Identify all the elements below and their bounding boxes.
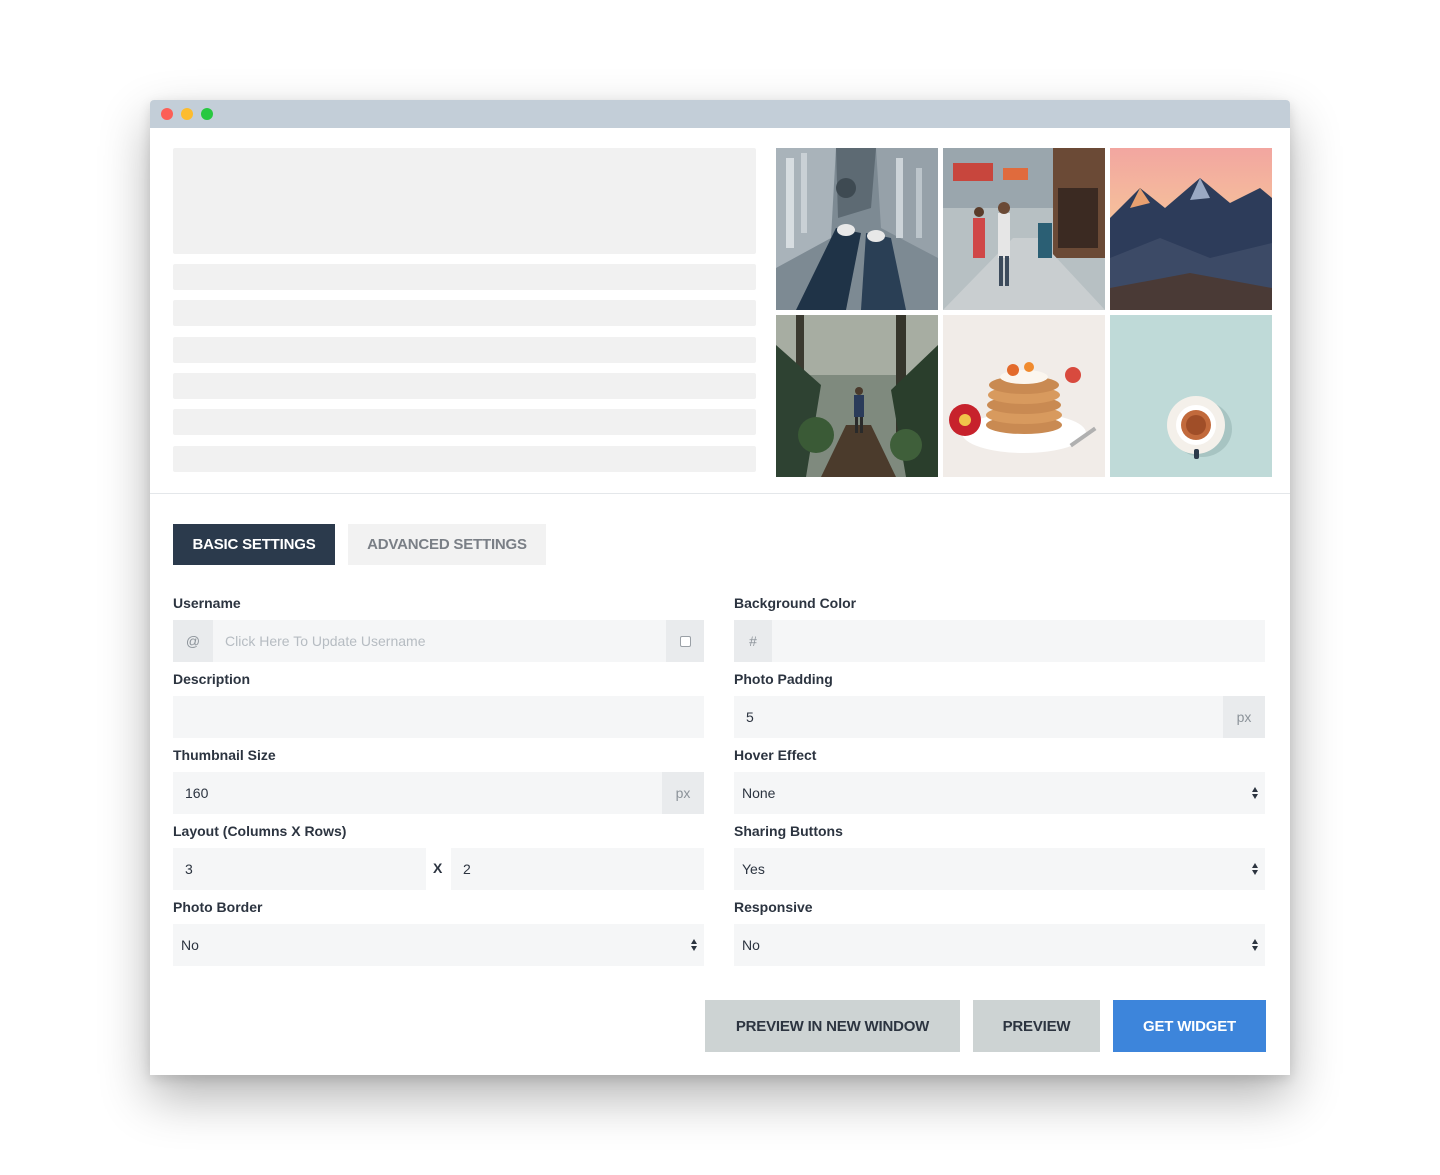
- maximize-window-icon[interactable]: [201, 108, 213, 120]
- username-field[interactable]: @ Click Here To Update Username: [173, 620, 704, 662]
- photo-gallery-preview: [776, 148, 1272, 477]
- select-arrows-icon: [691, 939, 697, 951]
- username-label: Username: [173, 595, 241, 611]
- photo-border-label: Photo Border: [173, 899, 263, 915]
- layout-times-separator: X: [433, 860, 443, 876]
- placeholder-line: [173, 373, 756, 399]
- mountain-sunset-photo[interactable]: [1110, 148, 1272, 310]
- responsive-label: Responsive: [734, 899, 813, 915]
- section-divider: [150, 493, 1290, 494]
- placeholder-line: [173, 264, 756, 290]
- placeholder-line: [173, 337, 756, 363]
- city-rooftop-photo[interactable]: [776, 148, 938, 310]
- select-arrows-icon: [1252, 863, 1258, 875]
- coffee-cup-photo[interactable]: [1110, 315, 1272, 477]
- placeholder-header-block: [173, 148, 756, 254]
- window-titlebar: [150, 100, 1290, 128]
- placeholder-line: [173, 409, 756, 435]
- px-unit-suffix: px: [662, 772, 704, 814]
- layout-columns-input[interactable]: 3: [173, 848, 426, 890]
- select-arrows-icon: [1252, 787, 1258, 799]
- layout-label: Layout (Columns X Rows): [173, 823, 347, 839]
- photo-padding-field[interactable]: 5 px: [734, 696, 1265, 738]
- thumbnail-size-field[interactable]: 160 px: [173, 772, 704, 814]
- at-sign-prefix: @: [173, 620, 213, 662]
- photo-border-select[interactable]: No: [173, 924, 704, 966]
- username-checkbox-addon: [666, 620, 704, 662]
- tab-advanced-settings[interactable]: ADVANCED SETTINGS: [348, 524, 546, 565]
- sharing-buttons-label: Sharing Buttons: [734, 823, 843, 839]
- get-widget-button[interactable]: GET WIDGET: [1113, 1000, 1266, 1052]
- tab-basic-settings[interactable]: BASIC SETTINGS: [173, 524, 335, 565]
- browser-window: BASIC SETTINGS ADVANCED SETTINGS Usernam…: [150, 100, 1290, 1075]
- description-input[interactable]: [173, 696, 704, 738]
- photo-padding-label: Photo Padding: [734, 671, 833, 687]
- photo-padding-input[interactable]: 5: [734, 709, 1223, 725]
- placeholder-line: [173, 300, 756, 326]
- description-label: Description: [173, 671, 251, 687]
- forest-hiker-photo[interactable]: [776, 315, 938, 477]
- minimize-window-icon[interactable]: [181, 108, 193, 120]
- background-color-label: Background Color: [734, 595, 857, 611]
- sharing-buttons-select[interactable]: Yes: [734, 848, 1265, 890]
- hash-prefix: #: [734, 620, 772, 662]
- thumbnail-size-label: Thumbnail Size: [173, 747, 276, 763]
- background-color-field[interactable]: #: [734, 620, 1265, 662]
- username-input[interactable]: Click Here To Update Username: [213, 633, 666, 649]
- street-market-photo[interactable]: [943, 148, 1105, 310]
- preview-in-new-window-button[interactable]: PREVIEW IN NEW WINDOW: [705, 1000, 960, 1052]
- hover-effect-label: Hover Effect: [734, 747, 817, 763]
- select-arrows-icon: [1252, 939, 1258, 951]
- thumbnail-size-input[interactable]: 160: [173, 785, 662, 801]
- px-unit-suffix: px: [1223, 696, 1265, 738]
- layout-rows-input[interactable]: 2: [451, 848, 704, 890]
- close-window-icon[interactable]: [161, 108, 173, 120]
- hover-effect-select[interactable]: None: [734, 772, 1265, 814]
- responsive-select[interactable]: No: [734, 924, 1265, 966]
- placeholder-line: [173, 446, 756, 472]
- pancakes-photo[interactable]: [943, 315, 1105, 477]
- preview-button[interactable]: PREVIEW: [973, 1000, 1100, 1052]
- username-checkbox[interactable]: [679, 635, 691, 647]
